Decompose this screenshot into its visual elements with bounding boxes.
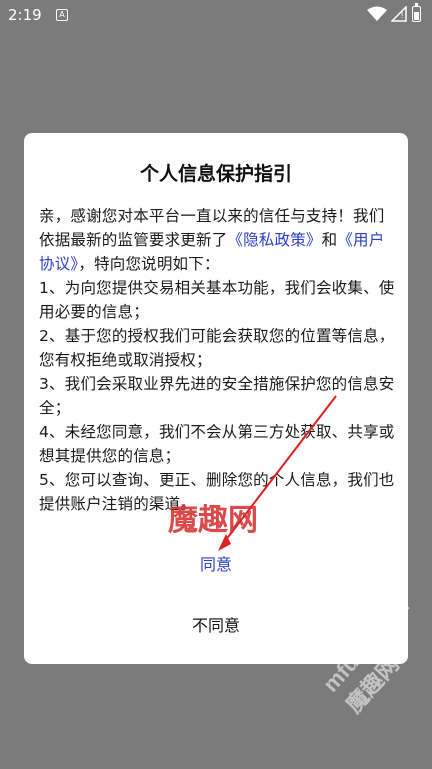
list-item: 4、未经您同意，我们不会从第三方处获取、共享或想其提供您的信息； xyxy=(39,423,395,465)
dialog-body: 亲，感谢您对本平台一直以来的信任与支持！我们依据最新的监管要求更新了《隐私政策》… xyxy=(39,204,395,516)
watermark-logo: 魔趣网 xyxy=(168,503,258,538)
signal-icon: ! xyxy=(391,6,407,22)
list-item: 3、我们会采取业界先进的安全措施保护您的信息安全； xyxy=(39,375,395,417)
privacy-dialog: 个人信息保护指引 亲，感谢您对本平台一直以来的信任与支持！我们依据最新的监管要求… xyxy=(24,133,408,664)
svg-text:!: ! xyxy=(401,11,404,20)
agree-button[interactable]: 同意 xyxy=(166,545,266,581)
status-bar: 2:19 A ! xyxy=(0,0,432,30)
dialog-title: 个人信息保护指引 xyxy=(139,163,292,185)
wifi-icon xyxy=(367,6,387,21)
list-item: 2、基于您的授权我们可能会获取您的位置等信息，您有权拒绝或取消授权； xyxy=(39,327,395,369)
battery-icon xyxy=(412,3,421,22)
notification-icon: A xyxy=(56,9,68,21)
and-text: 和 xyxy=(321,231,338,249)
privacy-policy-link[interactable]: 《隐私政策》 xyxy=(227,231,321,249)
list-item: 1、为向您提供交易相关基本功能，我们会收集、使用必要的信息； xyxy=(39,279,395,321)
battery-level xyxy=(414,11,419,20)
intro-suffix: ，特向您说明如下： xyxy=(78,255,220,273)
intro-paragraph: 亲，感谢您对本平台一直以来的信任与支持！我们依据最新的监管要求更新了《隐私政策》… xyxy=(39,204,395,276)
status-time: 2:19 xyxy=(8,6,42,24)
disagree-button[interactable]: 不同意 xyxy=(166,606,266,642)
